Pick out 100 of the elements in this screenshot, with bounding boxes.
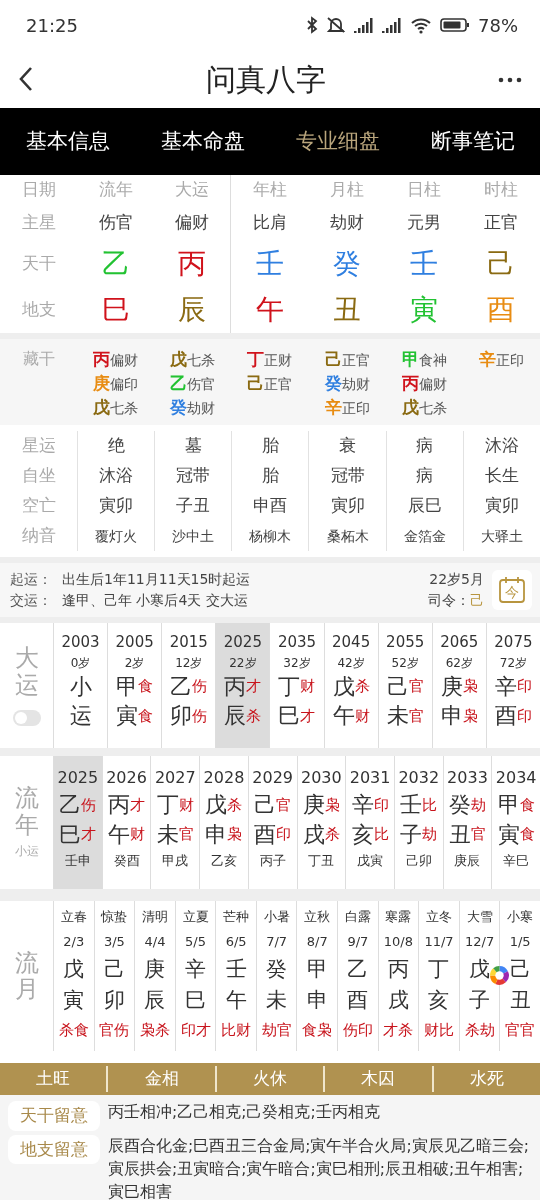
ten-god: 偏印 xyxy=(110,376,139,392)
column-heading: 日柱 xyxy=(407,178,442,202)
xiaoyun-text: 乙亥 xyxy=(210,852,237,871)
ganzhi-char: 寅 xyxy=(497,820,520,849)
table-cell-text: 胎 xyxy=(261,434,279,458)
xiaoyun-text: 壬申 xyxy=(64,852,91,871)
ganzhi-char: 午 xyxy=(108,820,131,849)
table-cell-text: 病 xyxy=(416,434,434,458)
ten-god: 正印 xyxy=(341,400,370,416)
heavenly-stem: 癸 xyxy=(333,246,362,282)
age-text: 12岁 xyxy=(175,654,203,672)
ten-god: 官 xyxy=(470,824,486,846)
row-label: 自坐 xyxy=(21,464,56,488)
toggle-switch[interactable] xyxy=(12,709,41,726)
status-time: 21:25 xyxy=(26,13,78,38)
ten-god: 食 xyxy=(138,706,154,725)
ganzhi-char: 卯 xyxy=(103,986,125,1014)
ganzhi-char: 未 xyxy=(386,702,409,731)
date-text: 2/3 xyxy=(63,932,85,951)
ganzhi-char: 丁 xyxy=(428,956,450,984)
year-text: 2005 xyxy=(115,632,154,653)
ten-god: 食 xyxy=(519,794,535,816)
earthly-branch: 酉 xyxy=(487,292,516,328)
ten-god: 伤印 xyxy=(342,1020,373,1042)
ten-god: 枭 xyxy=(462,677,478,696)
xiaoyun-text: 辛巳 xyxy=(503,852,530,871)
aperture-button[interactable] xyxy=(489,965,510,986)
year-text: 2033 xyxy=(447,767,488,789)
season-label: 水死 xyxy=(469,1068,504,1089)
ten-god: 印 xyxy=(516,705,532,727)
liunian-column[interactable]: 2025 乙伤 巳才 壬申 xyxy=(53,756,102,889)
date-text: 1/5 xyxy=(509,932,531,951)
ganzhi-char: 丑 xyxy=(448,820,471,849)
ten-god: 才 xyxy=(300,705,316,727)
wifi-icon xyxy=(410,16,432,34)
ten-god: 才 xyxy=(246,676,262,696)
column-heading: 年柱 xyxy=(252,178,287,202)
column-heading: 流年 xyxy=(98,178,133,202)
heavenly-stem: 己 xyxy=(487,246,516,282)
date-text: 5/5 xyxy=(185,932,206,951)
ganzhi-char: 戊 xyxy=(63,956,85,984)
hidden-stem: 丙 xyxy=(93,349,111,369)
year-text: 2025 xyxy=(57,767,99,789)
ten-god: 比财 xyxy=(221,1020,252,1042)
xiaoyun-text: 庚辰 xyxy=(454,852,481,871)
ganzhi-char: 酉 xyxy=(494,702,517,731)
year-text: 2065 xyxy=(440,632,479,653)
date-text: 8/7 xyxy=(306,932,328,951)
ganzhi-char: 亥 xyxy=(428,986,450,1014)
hidden-stem: 辛 xyxy=(324,397,342,417)
ten-god: 偏财 xyxy=(110,352,139,368)
age-text: 32岁 xyxy=(283,654,311,672)
ganzhi-char: 戊 xyxy=(332,672,355,701)
ten-god: 枭 xyxy=(324,795,340,814)
ganzhi-char: 乙 xyxy=(347,956,369,984)
ganzhi-char: 辛 xyxy=(351,791,374,819)
ganzhi-char: 丙 xyxy=(108,791,131,819)
year-text: 2028 xyxy=(203,767,245,789)
ganzhi-char: 辰 xyxy=(224,702,247,731)
age-text: 22岁5月 xyxy=(428,570,484,589)
age-text: 42岁 xyxy=(337,654,365,672)
dayun-column[interactable]: 2025 22岁 丙才 辰杀 xyxy=(215,623,270,748)
info-label: 起运： xyxy=(10,570,53,589)
battery-icon xyxy=(440,17,470,33)
ten-god: 才 xyxy=(130,794,146,814)
tab[interactable]: 基本信息 xyxy=(19,121,116,162)
ten-god: 偏财 xyxy=(418,376,447,392)
ten-god: 官 xyxy=(276,795,292,816)
ganzhi-char: 寅 xyxy=(63,986,85,1014)
year-text: 2026 xyxy=(106,767,147,789)
ten-god: 印 xyxy=(276,824,292,846)
signal-icon xyxy=(354,16,374,34)
ten-god: 杀食 xyxy=(58,1020,89,1042)
back-button[interactable] xyxy=(18,66,34,92)
hidden-stem: 己 xyxy=(324,349,342,369)
xiaoyun-text: 丁丑 xyxy=(308,852,335,871)
ganzhi-char: 戊 xyxy=(205,791,228,819)
ganzhi-char: 庚 xyxy=(302,791,325,819)
table-cell-text: 冠带 xyxy=(330,464,365,488)
ganzhi-char: 癸 xyxy=(448,791,471,819)
tab[interactable]: 断事笔记 xyxy=(424,121,521,162)
ganzhi-char: 戌 xyxy=(302,820,325,849)
ten-god: 伤 xyxy=(192,676,208,698)
column-heading: 大运 xyxy=(175,178,210,202)
age-text: 52岁 xyxy=(391,654,419,672)
tab[interactable]: 专业细盘 xyxy=(289,121,386,162)
ganzhi-char: 甲 xyxy=(116,672,139,701)
column-heading: 时柱 xyxy=(484,178,519,202)
ten-god: 枭 xyxy=(462,705,478,727)
star-label: 偏财 xyxy=(175,211,210,235)
table-cell-text: 沐浴 xyxy=(484,434,519,458)
star-label: 劫财 xyxy=(330,211,365,235)
ten-god: 劫 xyxy=(422,825,438,844)
tab[interactable]: 基本命盘 xyxy=(154,121,251,162)
siling-value: 己 xyxy=(470,592,484,608)
ten-god: 杀 xyxy=(354,677,370,696)
muted-bell-icon xyxy=(326,16,346,34)
ten-god: 官 xyxy=(178,825,194,844)
note-label: 地支留意 xyxy=(8,1134,100,1164)
year-text: 2003 xyxy=(61,632,100,653)
